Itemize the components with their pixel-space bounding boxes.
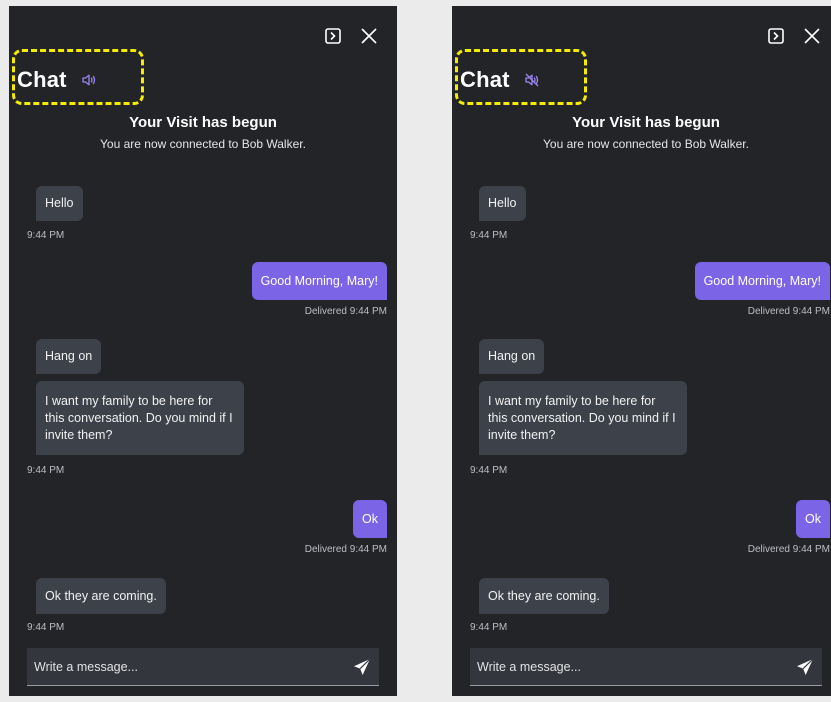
message-bubble: Ok they are coming. — [36, 578, 166, 614]
message-bubble: I want my family to be here for this con… — [36, 381, 244, 455]
message-bubble: I want my family to be here for this con… — [479, 381, 687, 455]
message-bubble: Ok — [796, 500, 830, 538]
send-icon[interactable] — [345, 650, 379, 684]
sidebar-toggle-icon[interactable] — [323, 26, 343, 46]
message-status: Delivered 9:44 PM — [747, 544, 830, 555]
visit-title: Your Visit has begun — [572, 114, 720, 131]
chat-panel-sound-on: Chat Your Visit has begun You are now co… — [9, 6, 397, 696]
send-icon[interactable] — [788, 650, 822, 684]
message-timestamp: 9:44 PM — [470, 622, 508, 633]
sidebar-toggle-icon[interactable] — [766, 26, 786, 46]
message-input[interactable] — [27, 658, 345, 675]
message-bubble: Ok — [353, 500, 387, 538]
speaker-on-icon[interactable] — [81, 72, 97, 88]
message-bubble: Good Morning, Mary! — [694, 262, 830, 300]
message-status: Delivered 9:44 PM — [304, 306, 387, 317]
message-bubble: Hello — [36, 186, 83, 221]
message-timestamp: 9:44 PM — [470, 230, 508, 241]
visit-subtitle: You are now connected to Bob Walker. — [543, 137, 749, 151]
close-icon[interactable] — [359, 26, 379, 46]
chat-header: Chat — [17, 60, 97, 100]
message-timestamp: 9:44 PM — [27, 465, 65, 476]
message-composer — [27, 648, 379, 686]
visit-subtitle: You are now connected to Bob Walker. — [100, 137, 306, 151]
panel-controls — [766, 26, 822, 46]
chat-title: Chat — [17, 67, 67, 92]
visit-title: Your Visit has begun — [129, 114, 277, 131]
message-bubble: Ok they are coming. — [479, 578, 609, 614]
chat-header: Chat — [460, 60, 540, 100]
message-input[interactable] — [470, 658, 788, 675]
message-timestamp: 9:44 PM — [27, 622, 65, 633]
speaker-muted-icon[interactable] — [524, 72, 540, 88]
message-status: Delivered 9:44 PM — [747, 306, 830, 317]
message-timestamp: 9:44 PM — [27, 230, 65, 241]
panel-controls — [323, 26, 379, 46]
close-icon[interactable] — [802, 26, 822, 46]
message-status: Delivered 9:44 PM — [304, 544, 387, 555]
chat-title: Chat — [460, 67, 510, 92]
message-bubble: Hang on — [479, 339, 545, 374]
message-timestamp: 9:44 PM — [470, 465, 508, 476]
message-bubble: Good Morning, Mary! — [251, 262, 387, 300]
message-composer — [470, 648, 822, 686]
message-bubble: Hello — [479, 186, 526, 221]
message-bubble: Hang on — [36, 339, 102, 374]
chat-panel-sound-muted: Chat Your Visit has begun You are now co… — [452, 6, 831, 696]
